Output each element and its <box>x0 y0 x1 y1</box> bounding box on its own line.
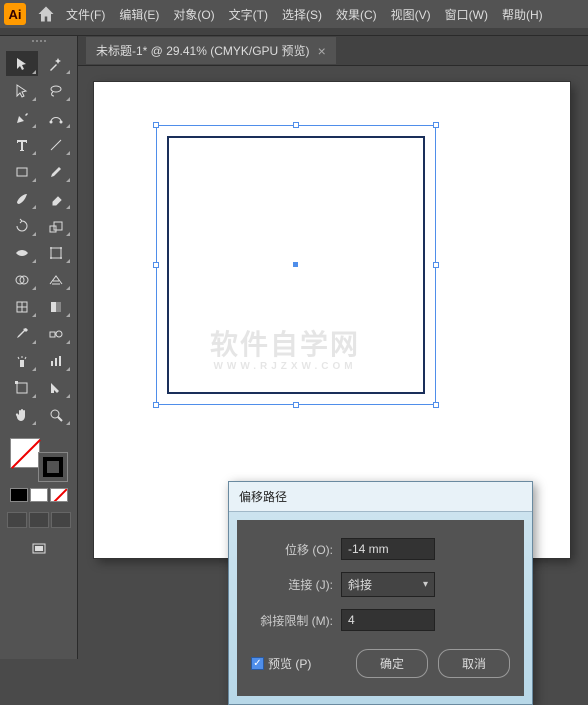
draw-behind-icon[interactable] <box>29 512 49 528</box>
screen-mode-row <box>7 512 71 528</box>
selection-tool[interactable] <box>6 51 38 76</box>
handle-bottom-left[interactable] <box>153 402 159 408</box>
offset-path-dialog: 偏移路径 位移 (O): 连接 (J): 斜接 ▾ 斜接限制 (M <box>228 481 533 705</box>
join-select-value: 斜接 <box>348 576 372 593</box>
menu-object[interactable]: 对象(O) <box>173 6 214 23</box>
miter-limit-input[interactable] <box>341 609 435 631</box>
curvature-tool[interactable] <box>40 105 72 130</box>
center-point-icon <box>293 262 298 267</box>
width-tool[interactable] <box>6 240 38 265</box>
dialog-title: 偏移路径 <box>229 482 532 512</box>
document-tab[interactable]: 未标题-1* @ 29.41% (CMYK/GPU 预览) × <box>86 37 336 64</box>
perspective-grid-tool[interactable] <box>40 267 72 292</box>
menu-view[interactable]: 视图(V) <box>391 6 431 23</box>
eyedropper-tool[interactable] <box>6 321 38 346</box>
title-bar: Ai 文件(F) 编辑(E) 对象(O) 文字(T) 选择(S) 效果(C) 视… <box>0 0 588 28</box>
fill-swatch[interactable] <box>10 438 40 468</box>
color-fill-icon[interactable] <box>10 488 28 502</box>
panel-grip[interactable] <box>9 40 69 46</box>
chevron-down-icon: ▾ <box>423 579 428 590</box>
slice-tool[interactable] <box>40 375 72 400</box>
menu-type[interactable]: 文字(T) <box>229 6 268 23</box>
rectangle-tool[interactable] <box>6 159 38 184</box>
rotate-tool[interactable] <box>6 213 38 238</box>
canvas[interactable]: 软件自学网 WWW.RJZXW.COM 偏移路径 位移 (O): 连接 (J):… <box>78 66 588 659</box>
artboard-tool[interactable] <box>6 375 38 400</box>
offset-label: 位移 (O): <box>251 541 341 558</box>
menu-window[interactable]: 窗口(W) <box>445 6 488 23</box>
shape-builder-tool[interactable] <box>6 267 38 292</box>
gradient-tool[interactable] <box>40 294 72 319</box>
watermark: 软件自学网 WWW.RJZXW.COM <box>210 330 360 372</box>
color-mode-row <box>10 488 68 502</box>
paintbrush-tool[interactable] <box>6 186 38 211</box>
preview-checkbox[interactable]: ✓ 预览 (P) <box>251 655 311 672</box>
watermark-sub: WWW.RJZXW.COM <box>210 361 360 372</box>
draw-normal-icon[interactable] <box>7 512 27 528</box>
document-tab-bar: 未标题-1* @ 29.41% (CMYK/GPU 预览) × <box>78 36 588 66</box>
handle-top-right[interactable] <box>433 122 439 128</box>
menu-select[interactable]: 选择(S) <box>282 6 322 23</box>
watermark-main: 软件自学网 <box>210 329 360 360</box>
main-menu: 文件(F) 编辑(E) 对象(O) 文字(T) 选择(S) 效果(C) 视图(V… <box>66 6 543 23</box>
handle-mid-right[interactable] <box>433 262 439 268</box>
zoom-tool[interactable] <box>40 402 72 427</box>
menu-effect[interactable]: 效果(C) <box>336 6 377 23</box>
screen-mode-button[interactable] <box>23 536 55 561</box>
join-select[interactable]: 斜接 ▾ <box>341 572 435 597</box>
menu-help[interactable]: 帮助(H) <box>502 6 543 23</box>
magic-wand-tool[interactable] <box>40 51 72 76</box>
mesh-tool[interactable] <box>6 294 38 319</box>
fill-stroke-control[interactable] <box>10 438 68 482</box>
menu-edit[interactable]: 编辑(E) <box>119 6 159 23</box>
scale-tool[interactable] <box>40 213 72 238</box>
close-icon[interactable]: × <box>318 44 326 58</box>
handle-bottom-right[interactable] <box>433 402 439 408</box>
handle-top-mid[interactable] <box>293 122 299 128</box>
line-tool[interactable] <box>40 132 72 157</box>
gradient-fill-icon[interactable] <box>30 488 48 502</box>
app-icon[interactable]: Ai <box>4 3 26 25</box>
free-transform-tool[interactable] <box>40 240 72 265</box>
document-area: 未标题-1* @ 29.41% (CMYK/GPU 预览) × <box>78 36 588 659</box>
pen-tool[interactable] <box>6 105 38 130</box>
document-tab-label: 未标题-1* @ 29.41% (CMYK/GPU 预览) <box>96 42 310 59</box>
column-graph-tool[interactable] <box>40 348 72 373</box>
draw-inside-icon[interactable] <box>51 512 71 528</box>
blend-tool[interactable] <box>40 321 72 346</box>
tools-panel <box>0 36 78 659</box>
lasso-tool[interactable] <box>40 78 72 103</box>
stroke-swatch[interactable] <box>38 452 68 482</box>
direct-selection-tool[interactable] <box>6 78 38 103</box>
cancel-button[interactable]: 取消 <box>438 649 510 678</box>
control-bar <box>0 28 588 36</box>
none-fill-icon[interactable] <box>50 488 68 502</box>
eraser-tool[interactable] <box>40 186 72 211</box>
join-label: 连接 (J): <box>251 576 341 593</box>
pencil-tool[interactable] <box>40 159 72 184</box>
hand-tool[interactable] <box>6 402 38 427</box>
handle-bottom-mid[interactable] <box>293 402 299 408</box>
type-tool[interactable] <box>6 132 38 157</box>
offset-input[interactable] <box>341 538 435 560</box>
symbol-sprayer-tool[interactable] <box>6 348 38 373</box>
home-icon[interactable] <box>36 4 56 24</box>
handle-mid-left[interactable] <box>153 262 159 268</box>
ok-button[interactable]: 确定 <box>356 649 428 678</box>
menu-file[interactable]: 文件(F) <box>66 6 105 23</box>
handle-top-left[interactable] <box>153 122 159 128</box>
preview-label: 预览 (P) <box>268 655 311 672</box>
miter-limit-label: 斜接限制 (M): <box>251 612 341 629</box>
